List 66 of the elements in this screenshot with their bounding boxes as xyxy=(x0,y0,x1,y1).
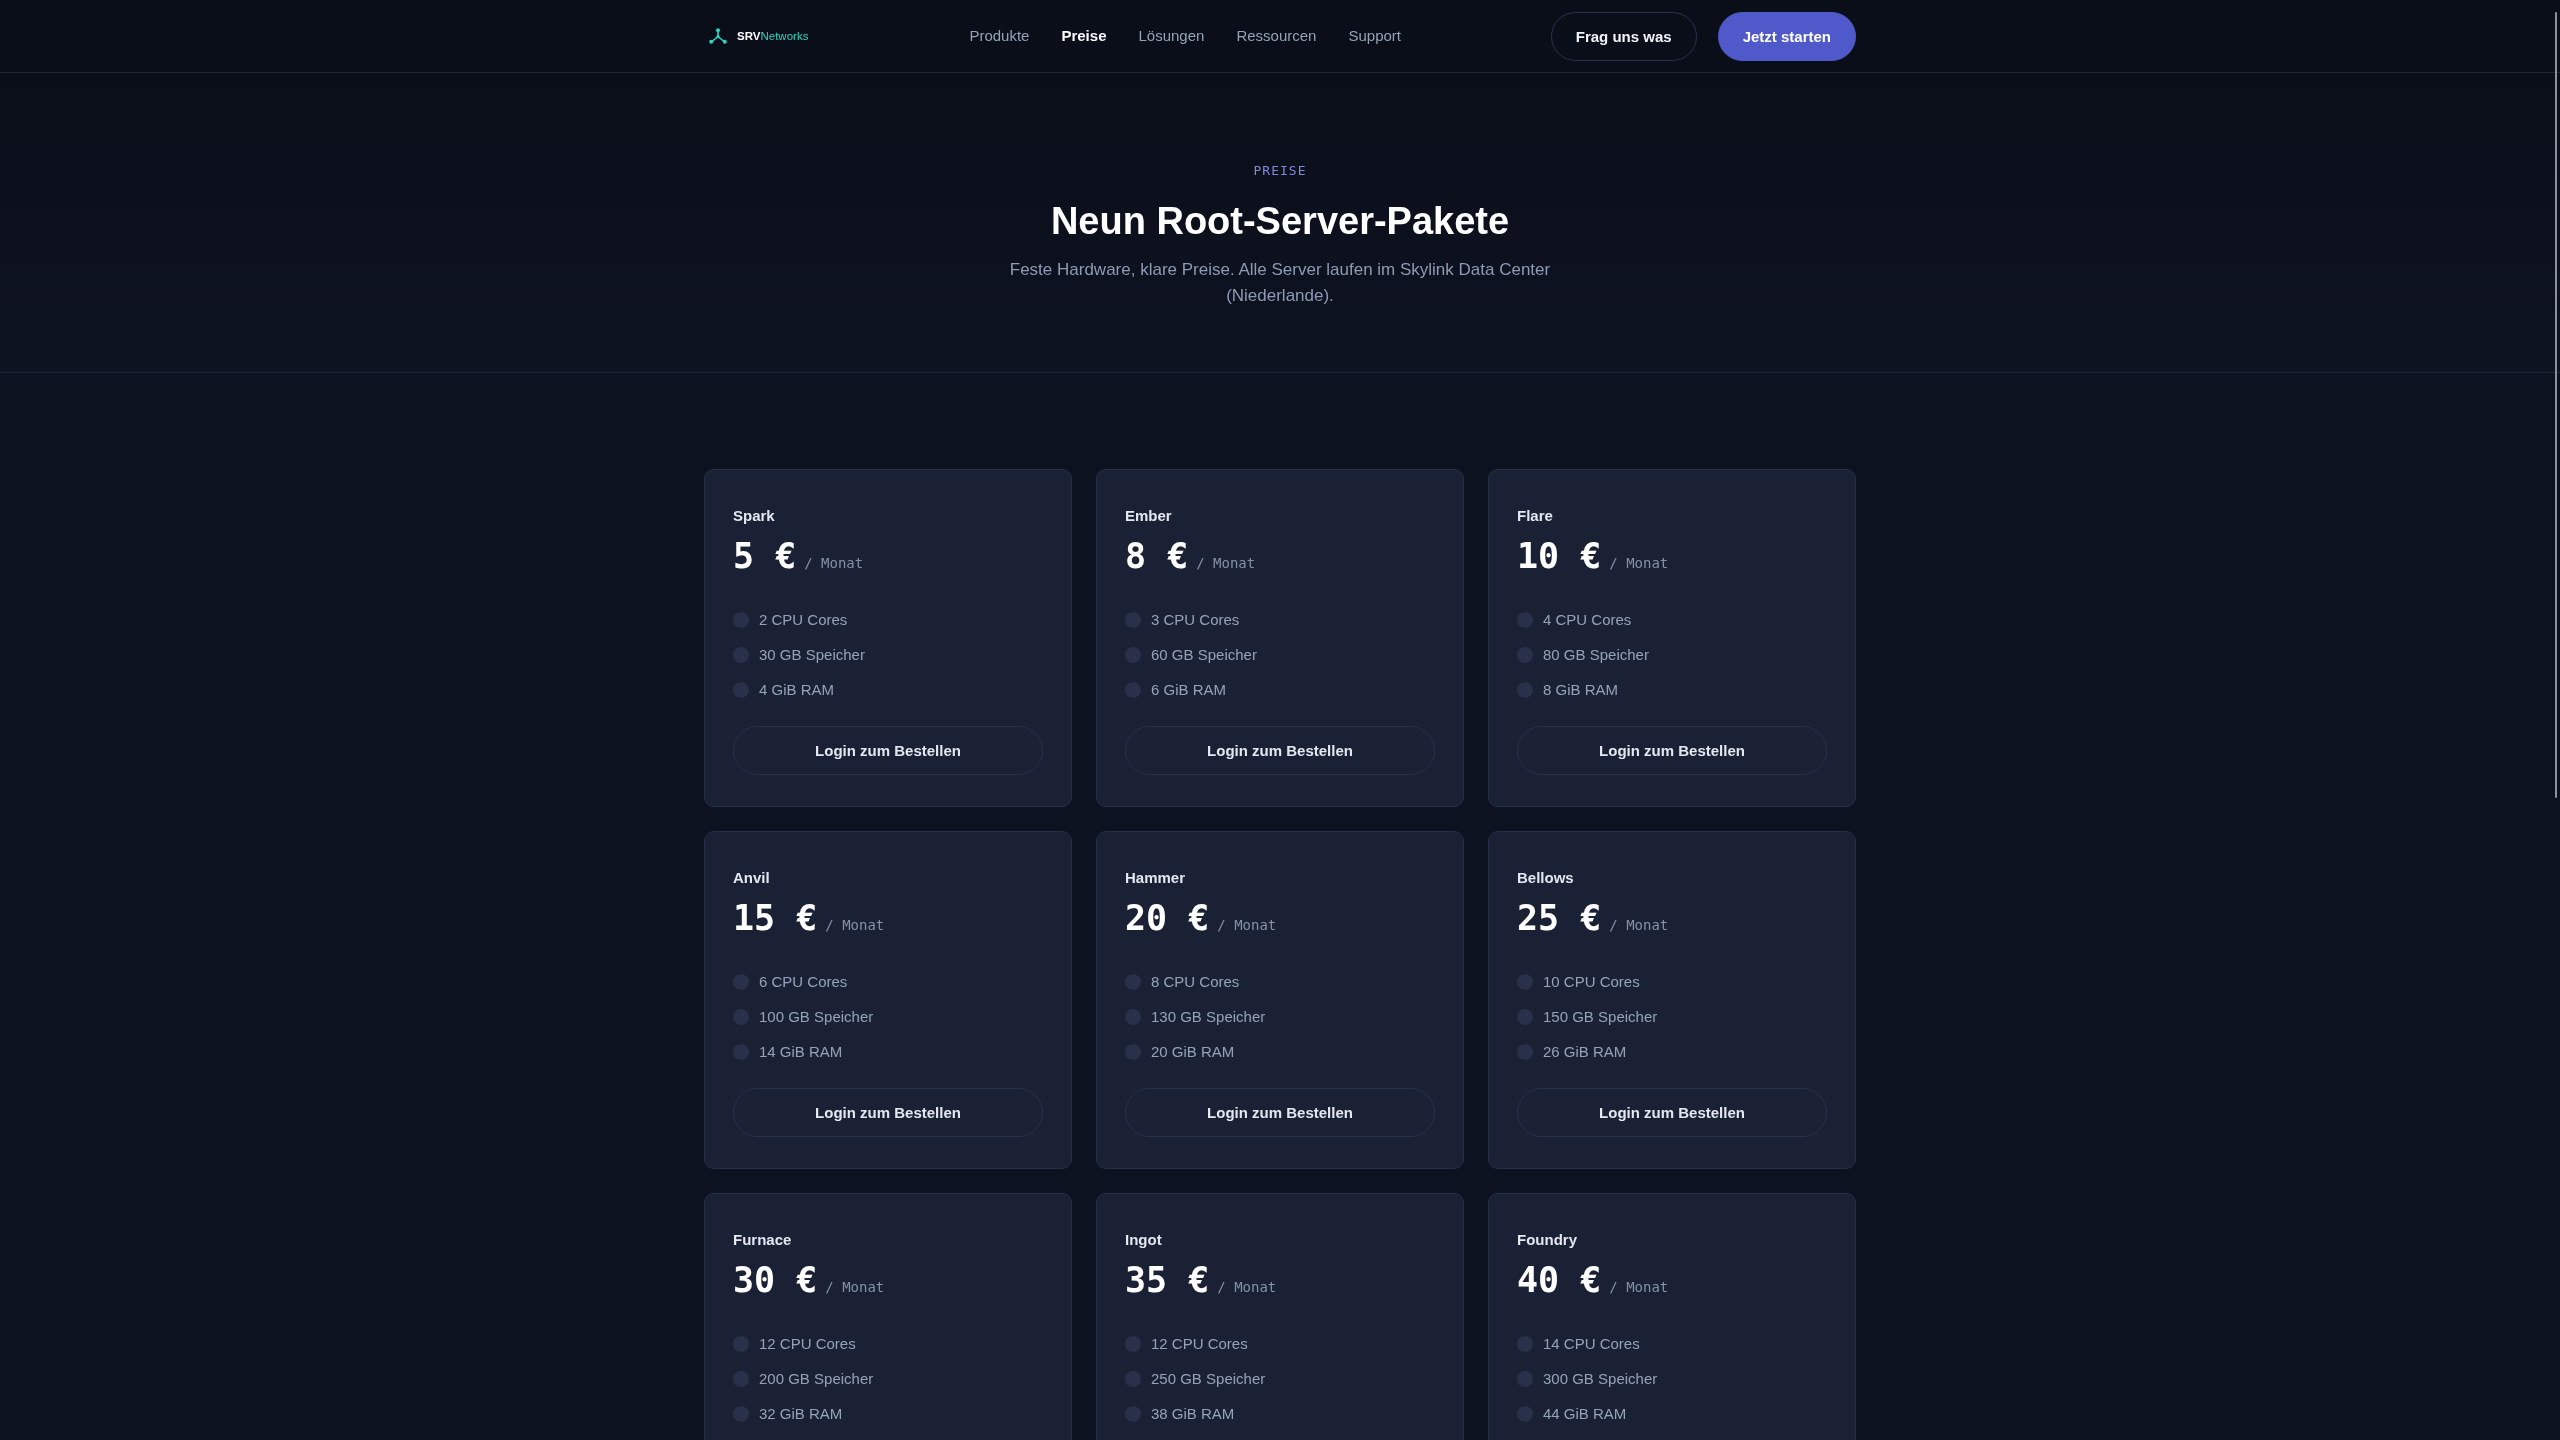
logo-text[interactable]: SRVNetworks xyxy=(737,29,809,43)
price-text: 30 € xyxy=(733,1259,818,1301)
nav-link[interactable]: Support xyxy=(1348,26,1401,46)
feature-text: 38 GiB RAM xyxy=(1151,1404,1235,1424)
feature-text: 4 GiB RAM xyxy=(759,680,834,700)
feature-text: 32 GiB RAM xyxy=(759,1404,843,1424)
period-text: / Monat xyxy=(1609,916,1669,934)
nav-link[interactable]: Lösungen xyxy=(1138,26,1205,46)
feature-text: 8 CPU Cores xyxy=(1151,972,1240,992)
section-label: PREISE xyxy=(1253,163,1307,179)
nav-link[interactable]: Produkte xyxy=(969,26,1030,46)
feature-text: 150 GB Speicher xyxy=(1543,1007,1658,1027)
price-text: 10 € xyxy=(1517,535,1602,577)
period-text: / Monat xyxy=(1217,916,1277,934)
plan-name: Foundry xyxy=(1517,1230,1578,1250)
feature-text: 4 CPU Cores xyxy=(1543,610,1632,630)
feature-text: 6 CPU Cores xyxy=(759,972,848,992)
period-text: / Monat xyxy=(1609,554,1669,572)
feature-text: 3 CPU Cores xyxy=(1151,610,1240,630)
price-text: 5 € xyxy=(733,535,797,577)
feature-text: 12 CPU Cores xyxy=(1151,1334,1248,1354)
feature-text: 44 GiB RAM xyxy=(1543,1404,1627,1424)
plan-name: Bellows xyxy=(1517,868,1575,888)
feature-text: 80 GB Speicher xyxy=(1543,645,1649,665)
price-text: 20 € xyxy=(1125,897,1210,939)
plan-name: Spark xyxy=(733,506,776,526)
plan-name: Flare xyxy=(1517,506,1554,526)
page-subtitle: Feste Hardware, klare Preise. Alle Server laufen im Skylink Data Center (Niederlande). xyxy=(1008,259,1552,307)
feature-text: 30 GB Speicher xyxy=(759,645,865,665)
period-text: / Monat xyxy=(1609,1278,1669,1296)
period-text: / Monat xyxy=(825,1278,885,1296)
feature-text: 130 GB Speicher xyxy=(1151,1007,1266,1027)
price-text: 35 € xyxy=(1125,1259,1210,1301)
period-text: / Monat xyxy=(1196,554,1256,572)
feature-text: 200 GB Speicher xyxy=(759,1369,874,1389)
feature-text: 60 GB Speicher xyxy=(1151,645,1257,665)
feature-text: 20 GiB RAM xyxy=(1151,1042,1235,1062)
scrollbar-thumb[interactable] xyxy=(2555,12,2557,798)
node-graph-icon xyxy=(709,28,727,44)
period-text: / Monat xyxy=(804,554,864,572)
period-text: / Monat xyxy=(1217,1278,1277,1296)
feature-text: 14 CPU Cores xyxy=(1543,1334,1640,1354)
nav-link[interactable]: Preise xyxy=(1061,26,1107,46)
feature-text: 12 CPU Cores xyxy=(759,1334,856,1354)
page-title: Neun Root-Server-Pakete xyxy=(1050,199,1510,244)
plan-name: Anvil xyxy=(733,868,771,888)
price-text: 8 € xyxy=(1125,535,1189,577)
feature-text: 2 CPU Cores xyxy=(759,610,848,630)
price-text: 40 € xyxy=(1517,1259,1602,1301)
feature-text: 100 GB Speicher xyxy=(759,1007,874,1027)
feature-text: 14 GiB RAM xyxy=(759,1042,843,1062)
plan-name: Ingot xyxy=(1125,1230,1163,1250)
plan-name: Ember xyxy=(1125,506,1173,526)
feature-text: 250 GB Speicher xyxy=(1151,1369,1266,1389)
nav-link[interactable]: Ressourcen xyxy=(1236,26,1317,46)
feature-text: 8 GiB RAM xyxy=(1543,680,1618,700)
feature-text: 10 CPU Cores xyxy=(1543,972,1640,992)
plan-name: Furnace xyxy=(733,1230,793,1250)
feature-text: 300 GB Speicher xyxy=(1543,1369,1658,1389)
price-text: 15 € xyxy=(733,897,818,939)
feature-text: 26 GiB RAM xyxy=(1543,1042,1627,1062)
cta-button[interactable]: Jetzt starten xyxy=(1717,11,1856,61)
price-text: 25 € xyxy=(1517,897,1602,939)
plan-name: Hammer xyxy=(1125,868,1187,888)
period-text: / Monat xyxy=(825,916,885,934)
feature-text: 6 GiB RAM xyxy=(1151,680,1226,700)
